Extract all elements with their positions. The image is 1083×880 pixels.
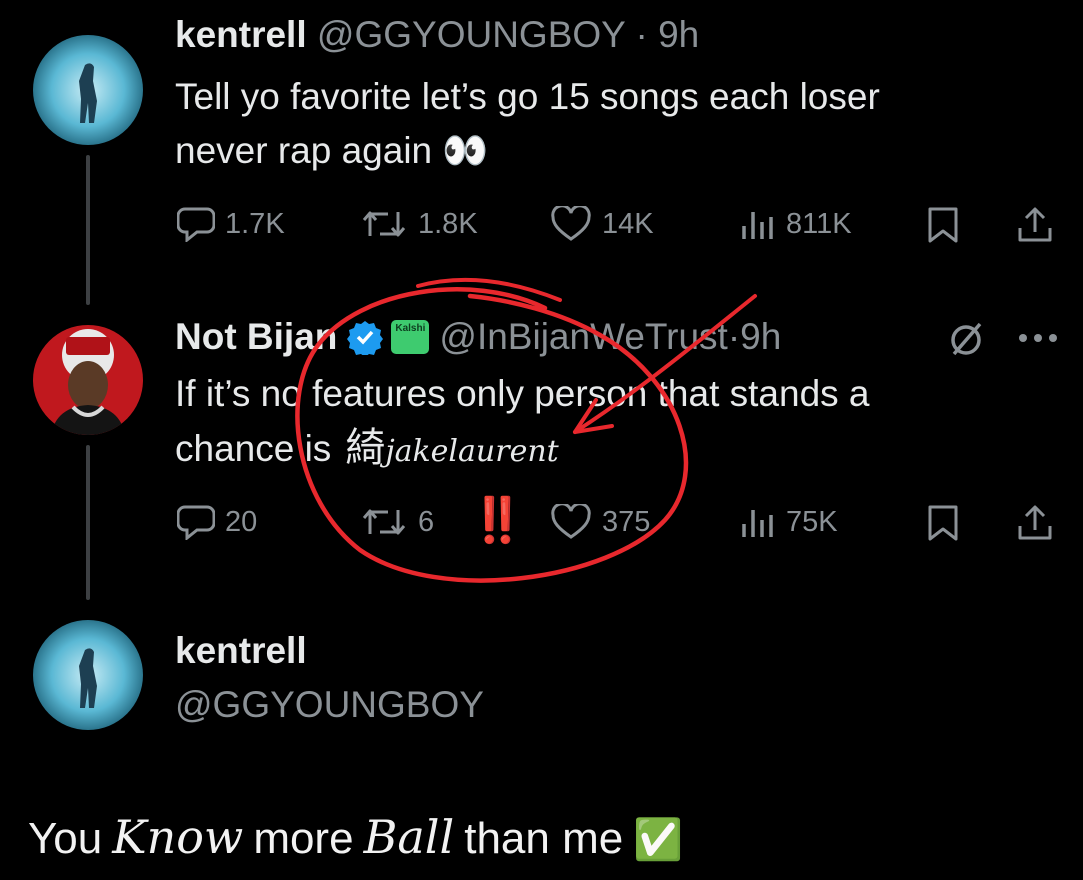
caption-script-word: Know xyxy=(112,810,244,864)
repost-icon xyxy=(362,509,406,535)
reply-button[interactable]: 1.7K xyxy=(177,206,285,242)
author-handle[interactable]: @GGYOUNGBOY xyxy=(175,684,484,726)
author-name[interactable]: kentrell xyxy=(175,630,307,672)
like-button[interactable]: 375 xyxy=(550,504,650,540)
views-count: 75K xyxy=(786,505,838,538)
share-button[interactable] xyxy=(1016,504,1054,542)
tweet-text-line: If it’s no features only person that sta… xyxy=(175,373,870,414)
bookmark-button[interactable] xyxy=(926,504,960,542)
tweet-text: Tell yo favorite let’s go 15 songs each … xyxy=(175,70,880,178)
caption-word: You xyxy=(28,814,103,863)
tweet-text: If it’s no features only person that sta… xyxy=(175,367,870,479)
watermark-text: jakelaurent xyxy=(385,434,559,469)
tweet-text-line: never rap again xyxy=(175,130,433,171)
share-icon xyxy=(1018,505,1052,540)
repost-button[interactable]: 1.8K xyxy=(360,206,478,242)
exclamation-emoji: ‼️ xyxy=(470,496,525,545)
avatar-kentrell[interactable] xyxy=(33,35,143,145)
caption-script-word: Ball xyxy=(363,810,455,864)
views-count: 811K xyxy=(786,207,852,240)
like-button[interactable]: 14K xyxy=(550,206,654,242)
more-icon[interactable] xyxy=(1018,332,1058,344)
author-name[interactable]: Not Bijan xyxy=(175,316,337,358)
share-button[interactable] xyxy=(1016,206,1054,244)
tweet-time[interactable]: 9h xyxy=(740,316,781,358)
thread-line xyxy=(86,155,90,305)
like-count: 375 xyxy=(602,505,651,538)
like-count: 14K xyxy=(602,207,654,240)
watermark-glyph: 綺 xyxy=(345,426,386,470)
reply-button[interactable]: 20 xyxy=(177,504,257,540)
thread-line xyxy=(86,445,90,600)
avatar-kentrell[interactable] xyxy=(33,620,143,730)
reply-count: 1.7K xyxy=(225,207,285,240)
bookmark-icon xyxy=(928,505,958,541)
avatar-not-bijan[interactable] xyxy=(33,325,143,435)
verified-icon xyxy=(347,321,384,355)
check-emoji: ✅ xyxy=(633,818,684,862)
author-handle[interactable]: @InBijanWeTrust xyxy=(439,316,727,358)
eyes-emoji: 👀 xyxy=(442,130,489,171)
kalshi-badge: Kalshi xyxy=(391,320,430,354)
author-name[interactable]: kentrell xyxy=(175,14,307,55)
tweet-text-line: chance is xyxy=(175,428,332,469)
repost-count: 6 xyxy=(418,505,435,538)
share-icon xyxy=(1018,207,1052,242)
like-icon xyxy=(551,504,591,539)
bookmark-icon xyxy=(928,207,958,243)
reply-icon xyxy=(177,505,215,540)
views-icon xyxy=(742,212,773,239)
bookmark-button[interactable] xyxy=(926,206,960,244)
repost-button[interactable]: 6 xyxy=(360,504,434,540)
reply-count: 20 xyxy=(225,505,258,538)
repost-count: 1.8K xyxy=(418,207,478,240)
views-icon xyxy=(742,510,773,537)
views-button[interactable]: 75K xyxy=(740,504,838,540)
caption: You Know more Ball than me ✅ xyxy=(28,810,683,864)
views-button[interactable]: 811K xyxy=(740,206,852,242)
grok-icon[interactable] xyxy=(946,318,986,358)
tweet-text-line: Tell yo favorite let’s go 15 songs each … xyxy=(175,76,880,117)
like-icon xyxy=(551,206,591,241)
tweet-time[interactable]: 9h xyxy=(658,14,699,55)
reply-icon xyxy=(177,207,215,242)
caption-word: more xyxy=(253,814,354,863)
caption-word: than me xyxy=(464,814,624,863)
author-handle[interactable]: @GGYOUNGBOY xyxy=(317,14,625,55)
repost-icon xyxy=(362,211,406,237)
